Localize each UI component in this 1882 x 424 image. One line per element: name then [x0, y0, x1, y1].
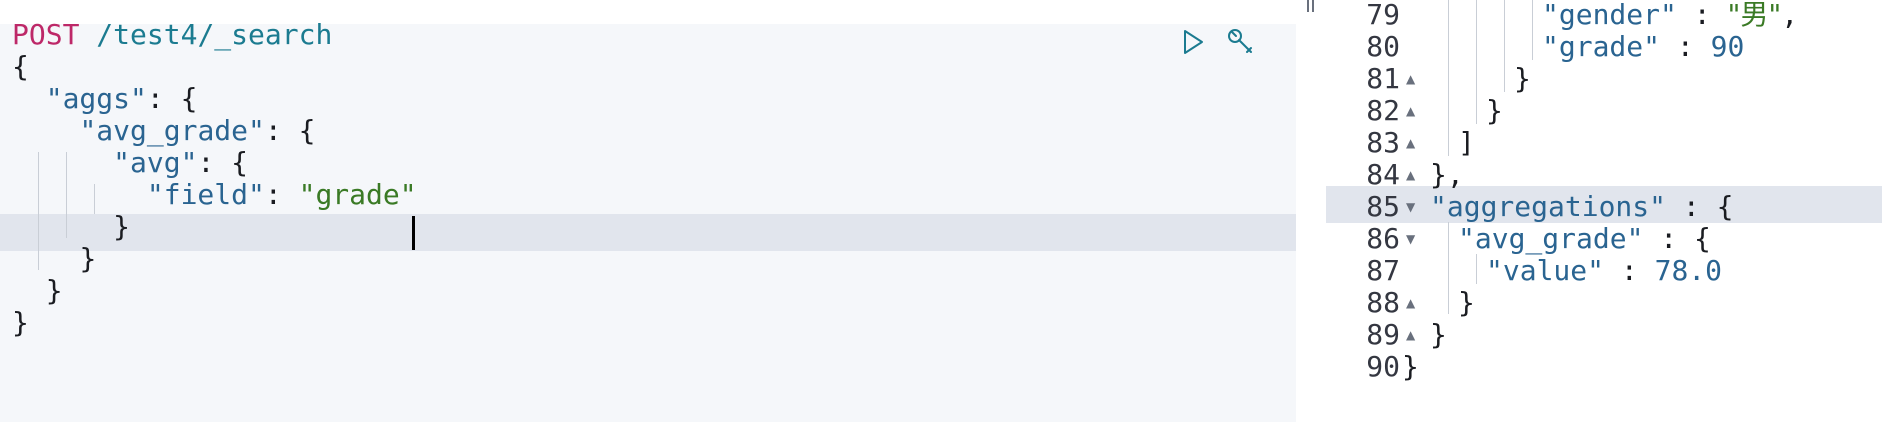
response-line-81[interactable]: }: [1514, 60, 1531, 98]
play-icon[interactable]: [1176, 25, 1210, 59]
json-number-value: 90: [1710, 30, 1745, 63]
panel-splitter[interactable]: [1296, 0, 1326, 424]
response-line-90[interactable]: }: [1402, 348, 1419, 386]
json-key: "field": [146, 178, 265, 211]
json-string-value: "男": [1727, 0, 1782, 31]
text-cursor: [412, 216, 415, 250]
json-key: "aggregations": [1430, 190, 1667, 223]
json-key: "avg_grade": [79, 114, 265, 147]
json-string-value: "grade": [298, 178, 417, 211]
response-line-88[interactable]: }: [1458, 284, 1475, 322]
response-line-87[interactable]: "value" : 78.0: [1486, 252, 1722, 290]
request-path: /test4/_search: [96, 18, 333, 51]
request-actions: [1176, 22, 1258, 62]
json-key: "avg_grade": [1458, 222, 1644, 255]
indent-guide: [1504, 0, 1505, 92]
json-key: "grade": [1542, 30, 1661, 63]
request-line-1[interactable]: POST /test4/_search: [12, 16, 332, 54]
request-editor[interactable]: POST /test4/_search { "aggs": { "avg_gra…: [0, 0, 1296, 424]
resize-handle-icon[interactable]: [1307, 0, 1314, 12]
http-method: POST: [12, 18, 80, 51]
response-line-82[interactable]: }: [1486, 92, 1503, 130]
request-line-10[interactable]: }: [12, 304, 29, 342]
json-key: "value": [1486, 254, 1605, 287]
indent-guide: [1476, 0, 1477, 124]
indent-guide: [1476, 254, 1477, 284]
line-number: 90: [1366, 350, 1400, 383]
response-line-80[interactable]: "grade" : 90: [1542, 28, 1744, 66]
active-line-highlight: [0, 214, 1296, 251]
indent-guide: [1532, 0, 1533, 60]
indent-guide: [1448, 0, 1449, 156]
fold-down-icon[interactable]: ▼: [1406, 220, 1415, 258]
json-key: "avg": [113, 146, 198, 179]
json-number-value: 78.0: [1654, 254, 1723, 287]
open-brace: {: [12, 50, 29, 83]
json-key: "aggs": [45, 82, 147, 115]
wrench-icon[interactable]: [1224, 25, 1258, 59]
indent-guide: [1448, 222, 1449, 314]
response-viewer[interactable]: 79 80 81 82 83 84 85 86 87 88 89 90 ▲ ▲ …: [1326, 0, 1882, 424]
json-key: "gender": [1542, 0, 1677, 31]
response-line-89[interactable]: }: [1430, 316, 1447, 354]
